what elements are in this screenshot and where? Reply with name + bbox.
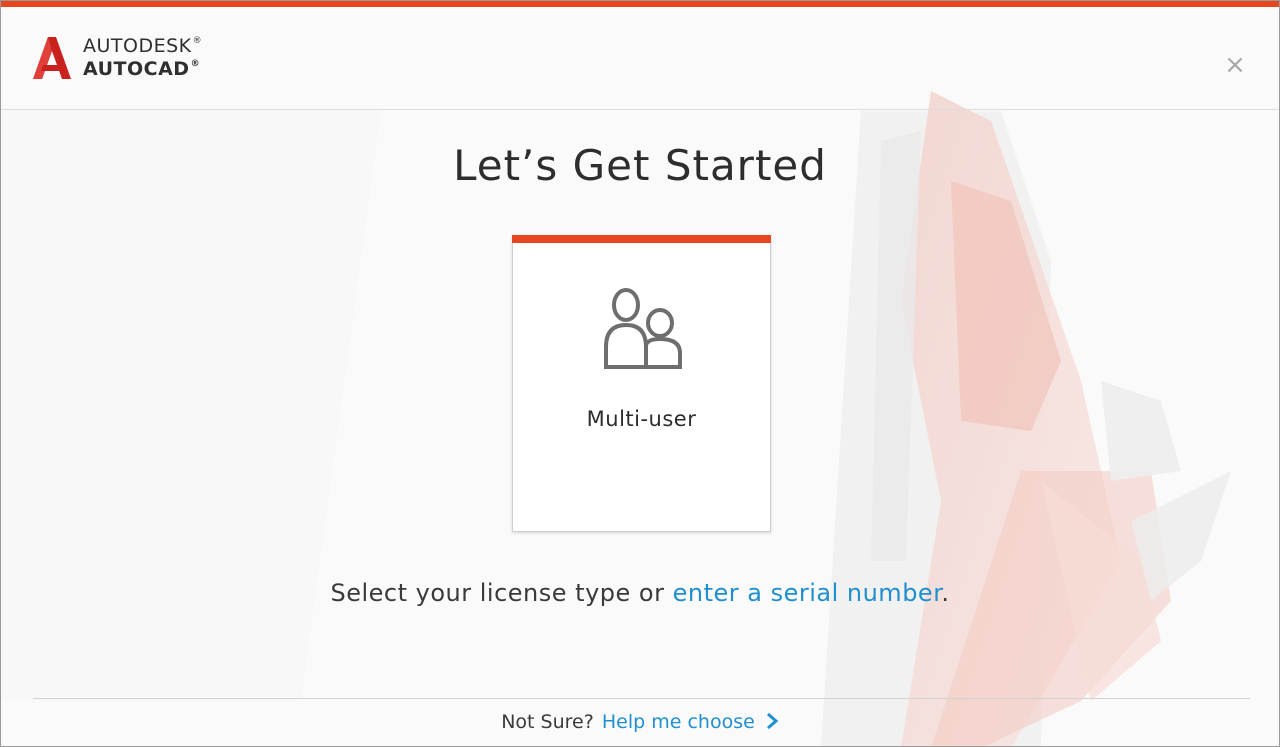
instruction-suffix: . (941, 579, 950, 607)
dialog-header: AUTODESK® AUTOCAD® × (1, 7, 1279, 110)
registered-mark: ® (190, 59, 201, 69)
license-dialog: AUTODESK® AUTOCAD® × Let’s Get Started M… (0, 0, 1280, 747)
chevron-right-icon[interactable] (765, 712, 779, 730)
autodesk-autocad-logo: AUTODESK® AUTOCAD® (31, 37, 202, 79)
page-title: Let’s Get Started (453, 141, 827, 190)
help-me-choose-link[interactable]: Help me choose (602, 711, 755, 733)
autocad-logo-icon (33, 37, 71, 79)
registered-mark: ® (192, 36, 203, 46)
close-button[interactable]: × (1221, 50, 1249, 80)
instruction-prefix: Select your license type or (330, 579, 673, 607)
instruction-text: Select your license type or enter a seri… (1, 579, 1279, 607)
multi-user-icon (604, 288, 682, 369)
brand-line2: AUTOCAD (83, 58, 190, 80)
enter-serial-number-link[interactable]: enter a serial number (673, 579, 942, 607)
brand-line1: AUTODESK (83, 35, 192, 57)
license-card-multi-user[interactable]: Multi-user (512, 235, 771, 532)
footer-divider (33, 698, 1250, 699)
close-icon: × (1224, 50, 1246, 80)
card-accent-bar (512, 235, 771, 243)
header-divider (1, 109, 1279, 110)
license-card-label: Multi-user (586, 407, 697, 431)
dialog-footer: Not Sure? Help me choose (1, 711, 1279, 733)
not-sure-label: Not Sure? (501, 711, 594, 733)
logo-wordmark: AUTODESK® AUTOCAD® (83, 37, 202, 79)
